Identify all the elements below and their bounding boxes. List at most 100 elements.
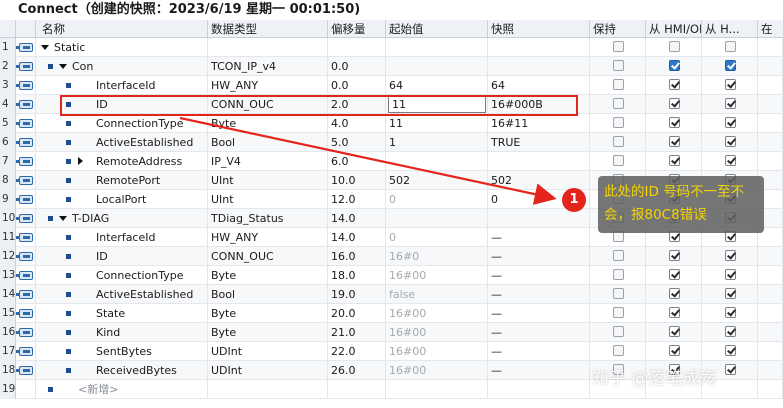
checkbox[interactable] [613,345,624,356]
name-cell[interactable]: InterfaceId [36,228,208,247]
checkbox[interactable] [613,41,624,52]
check-icon[interactable] [669,326,680,337]
start-value-cell[interactable]: 0 [386,228,488,247]
table-row[interactable]: 16 Kind Byte 21.0 16#00 — [0,323,783,342]
type-cell[interactable]: UInt [208,190,328,209]
header-hmi1[interactable]: 从 HMI/OPC... [646,20,702,38]
type-cell[interactable]: TCON_IP_v4 [208,57,328,76]
table-row[interactable]: 17 SentBytes UDInt 22.0 16#00 — [0,342,783,361]
type-cell[interactable] [208,38,328,57]
start-value-cell[interactable]: 502 [386,171,488,190]
start-value-cell[interactable]: false [386,285,488,304]
type-cell[interactable]: Byte [208,114,328,133]
checkbox[interactable] [613,136,624,147]
name-cell[interactable]: InterfaceId [36,76,208,95]
type-cell[interactable]: UDInt [208,361,328,380]
type-cell[interactable]: Byte [208,266,328,285]
checkbox[interactable] [613,79,624,90]
header-extra[interactable]: 在 [758,20,783,38]
start-value-cell[interactable]: 1 [386,133,488,152]
name-cell[interactable]: ConnectionType [36,266,208,285]
collapse-triangle-icon[interactable] [41,45,49,50]
checkbox[interactable] [613,326,624,337]
header-name[interactable]: 名称 [36,20,208,38]
check-icon[interactable] [669,345,680,356]
start-value-cell[interactable]: 16#00 [386,323,488,342]
start-value-cell[interactable]: 16#00 [386,304,488,323]
type-cell[interactable]: Bool [208,285,328,304]
table-row[interactable]: 15 State Byte 20.0 16#00 — [0,304,783,323]
type-cell[interactable]: CONN_OUC [208,247,328,266]
collapse-triangle-icon[interactable] [59,64,67,69]
check-icon[interactable] [725,250,736,261]
table-row[interactable]: 1 Static [0,38,783,57]
checkbox[interactable] [613,60,624,71]
header-hmi2[interactable]: 从 H... [702,20,758,38]
check-icon[interactable] [725,288,736,299]
check-icon[interactable] [669,250,680,261]
type-cell[interactable]: Bool [208,133,328,152]
start-value-cell[interactable] [386,380,488,399]
type-cell[interactable]: UDInt [208,342,328,361]
table-row[interactable]: 3 InterfaceId HW_ANY 0.0 64 64 [0,76,783,95]
check-icon[interactable] [669,79,680,90]
check-icon[interactable] [669,117,680,128]
checkbox[interactable] [613,155,624,166]
name-cell[interactable]: ActiveEstablished [36,133,208,152]
check-icon[interactable] [725,307,736,318]
check-icon[interactable] [669,155,680,166]
header-start[interactable]: 起始值 [386,20,488,38]
header-type[interactable]: 数据类型 [208,20,328,38]
name-cell[interactable]: ID [36,247,208,266]
table-row[interactable]: 6 ActiveEstablished Bool 5.0 1 TRUE [0,133,783,152]
check-icon[interactable] [725,269,736,280]
name-cell[interactable]: T-DIAG [36,209,208,228]
checkbox[interactable] [613,250,624,261]
table-row[interactable]: 12 ID CONN_OUC 16.0 16#0 — [0,247,783,266]
start-value-cell[interactable]: 64 [386,76,488,95]
check-icon[interactable] [725,155,736,166]
type-cell[interactable]: TDiag_Status [208,209,328,228]
name-cell[interactable]: LocalPort [36,190,208,209]
start-value-cell[interactable]: 16#00 [386,266,488,285]
name-cell[interactable]: <新增> [36,380,208,399]
check-icon[interactable] [669,98,680,109]
name-cell[interactable]: RemotePort [36,171,208,190]
checkbox[interactable] [613,288,624,299]
name-cell[interactable]: RemoteAddress [36,152,208,171]
start-value-cell[interactable] [386,209,488,228]
start-value-cell[interactable] [386,38,488,57]
checkbox[interactable] [669,41,680,52]
start-value-cell[interactable] [386,152,488,171]
name-cell[interactable]: Static [36,38,208,57]
type-cell[interactable]: UInt [208,171,328,190]
check-icon[interactable] [725,60,736,71]
type-cell[interactable]: Byte [208,323,328,342]
expand-triangle-icon[interactable] [78,157,83,165]
header-retain[interactable]: 保持 [590,20,646,38]
collapse-triangle-icon[interactable] [59,216,67,221]
type-cell[interactable]: HW_ANY [208,228,328,247]
table-row[interactable]: 2 Con TCON_IP_v4 0.0 [0,57,783,76]
table-row[interactable]: 5 ConnectionType Byte 4.0 11 16#11 [0,114,783,133]
check-icon[interactable] [725,326,736,337]
checkbox[interactable] [613,269,624,280]
check-icon[interactable] [725,79,736,90]
type-cell[interactable]: IP_V4 [208,152,328,171]
table-row[interactable]: 13 ConnectionType Byte 18.0 16#00 — [0,266,783,285]
check-icon[interactable] [725,98,736,109]
start-value-cell[interactable]: 0 [386,190,488,209]
checkbox[interactable] [613,307,624,318]
check-icon[interactable] [725,117,736,128]
checkbox[interactable] [613,117,624,128]
check-icon[interactable] [669,307,680,318]
start-value-cell[interactable]: 16#0 [386,247,488,266]
table-row[interactable]: 7 RemoteAddress IP_V4 6.0 [0,152,783,171]
type-cell[interactable]: HW_ANY [208,76,328,95]
check-icon[interactable] [725,136,736,147]
header-snapshot[interactable]: 快照 [488,20,590,38]
check-icon[interactable] [669,288,680,299]
name-cell[interactable]: Kind [36,323,208,342]
start-value-cell[interactable]: 16#00 [386,342,488,361]
check-icon[interactable] [669,269,680,280]
